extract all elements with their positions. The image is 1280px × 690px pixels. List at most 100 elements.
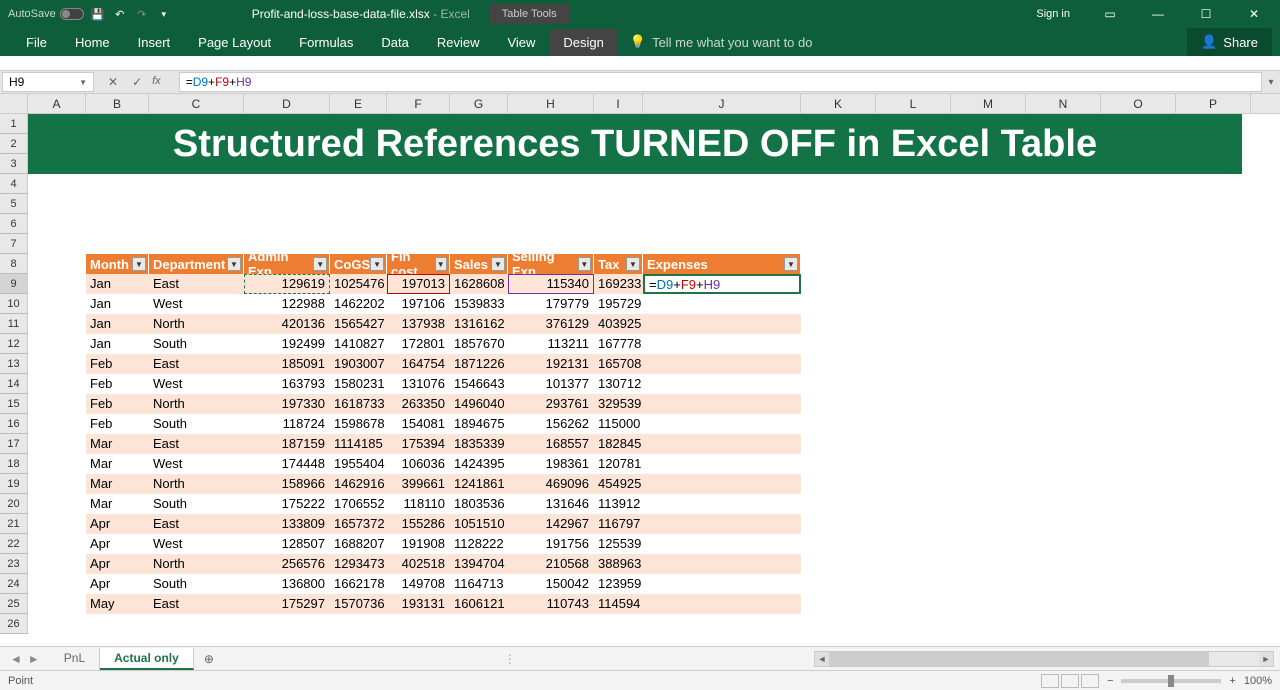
undo-icon[interactable]: ↶ [112,6,128,22]
table-cell[interactable]: 128507 [244,534,330,554]
table-cell[interactable]: West [149,454,244,474]
table-cell[interactable] [643,354,801,374]
table-cell[interactable]: 150042 [508,574,594,594]
table-cell[interactable]: 137938 [387,314,450,334]
table-row[interactable]: FebWest163793158023113107615466431013771… [86,374,801,394]
table-cell[interactable]: 179779 [508,294,594,314]
page-break-view-icon[interactable] [1081,674,1099,688]
row-header[interactable]: 25 [0,594,28,614]
col-header[interactable]: N [1026,94,1101,114]
table-cell[interactable] [643,454,801,474]
table-cell[interactable]: 118724 [244,414,330,434]
filter-dropdown-icon[interactable]: ▼ [626,257,640,271]
col-header[interactable]: A [28,94,86,114]
table-cell[interactable]: 1462916 [330,474,387,494]
table-cell[interactable]: 163793 [244,374,330,394]
table-cell[interactable]: 155286 [387,514,450,534]
table-cell[interactable]: 1164713 [450,574,508,594]
sign-in-link[interactable]: Sign in [1036,8,1070,20]
table-cell[interactable]: West [149,294,244,314]
save-icon[interactable]: 💾 [90,6,106,22]
table-cell[interactable]: Mar [86,434,149,454]
table-header-cell[interactable]: Selling Exp▼ [508,254,594,274]
table-row[interactable]: FebNorth19733016187332633501496040293761… [86,394,801,414]
table-cell[interactable]: 197330 [244,394,330,414]
table-cell[interactable]: South [149,494,244,514]
table-cell[interactable]: 1598678 [330,414,387,434]
table-cell[interactable]: 198361 [508,454,594,474]
table-cell[interactable]: 116797 [594,514,643,534]
table-cell[interactable]: South [149,334,244,354]
table-cell[interactable]: 1894675 [450,414,508,434]
ribbon-tab-page-layout[interactable]: Page Layout [184,29,285,56]
table-cell[interactable]: 1410827 [330,334,387,354]
table-cell[interactable]: 376129 [508,314,594,334]
new-sheet-button[interactable]: ⊕ [194,652,224,666]
table-cell[interactable]: 1903007 [330,354,387,374]
col-header[interactable]: K [801,94,876,114]
ribbon-tab-home[interactable]: Home [61,29,124,56]
table-cell[interactable]: East [149,354,244,374]
table-cell[interactable]: 1657372 [330,514,387,534]
table-cell[interactable]: 454925 [594,474,643,494]
row-header[interactable]: 19 [0,474,28,494]
table-cell[interactable]: 197106 [387,294,450,314]
enter-formula-icon[interactable]: ✓ [128,75,146,89]
row-header[interactable]: 15 [0,394,28,414]
row-header[interactable]: 21 [0,514,28,534]
col-header[interactable]: P [1176,94,1251,114]
qat-dropdown-icon[interactable]: ▾ [156,6,172,22]
table-cell[interactable]: 125539 [594,534,643,554]
table-cell[interactable]: 1628608 [450,274,508,294]
row-header[interactable]: 16 [0,414,28,434]
table-row[interactable]: MarWest174448195540410603614243951983611… [86,454,801,474]
table-cell[interactable]: Mar [86,494,149,514]
table-row[interactable]: FebEast185091190300716475418712261921311… [86,354,801,374]
table-cell[interactable] [643,514,801,534]
table-cell[interactable] [643,294,801,314]
table-cell[interactable]: 1871226 [450,354,508,374]
table-cell[interactable]: 1128222 [450,534,508,554]
table-cell[interactable]: 182845 [594,434,643,454]
table-row[interactable]: AprSouth13680016621781497081164713150042… [86,574,801,594]
table-header-cell[interactable]: Sales▼ [450,254,508,274]
column-headers[interactable]: ABCDEFGHIJKLMNOPQ [28,94,1280,114]
table-cell[interactable]: 1570736 [330,594,387,614]
table-cell[interactable]: South [149,574,244,594]
table-cell[interactable]: 191756 [508,534,594,554]
table-cell[interactable]: 1688207 [330,534,387,554]
table-row[interactable]: MarNorth15896614629163996611241861469096… [86,474,801,494]
col-header[interactable]: F [387,94,450,114]
ribbon-tab-formulas[interactable]: Formulas [285,29,367,56]
filter-dropdown-icon[interactable]: ▼ [491,257,505,271]
table-cell[interactable]: 256576 [244,554,330,574]
row-header[interactable]: 3 [0,154,28,174]
table-cell[interactable]: Mar [86,454,149,474]
minimize-icon[interactable]: — [1136,0,1180,28]
table-cell[interactable]: 164754 [387,354,450,374]
table-cell[interactable]: 293761 [508,394,594,414]
sheet-nav-buttons[interactable]: ◄► [0,652,50,666]
table-row[interactable]: MarSouth17522217065521181101803536131646… [86,494,801,514]
sheet-tab[interactable]: Actual only [100,648,194,670]
table-cell[interactable]: 1114185 [330,434,387,454]
table-cell[interactable]: 174448 [244,454,330,474]
filter-dropdown-icon[interactable]: ▼ [784,257,798,271]
col-header[interactable]: L [876,94,951,114]
table-cell[interactable] [643,374,801,394]
col-header[interactable]: Q [1251,94,1280,114]
table-cell[interactable]: 1857670 [450,334,508,354]
table-cell[interactable]: 1565427 [330,314,387,334]
select-all-corner[interactable] [0,94,28,114]
table-cell[interactable]: 149708 [387,574,450,594]
table-cell[interactable]: 123959 [594,574,643,594]
table-cell[interactable] [643,534,801,554]
table-cell[interactable]: 118110 [387,494,450,514]
table-row[interactable]: MayEast175297157073619313116061211107431… [86,594,801,614]
row-header[interactable]: 20 [0,494,28,514]
row-headers[interactable]: 1234567891011121314151617181920212223242… [0,114,28,634]
row-header[interactable]: 4 [0,174,28,194]
table-cell[interactable]: North [149,474,244,494]
table-cell[interactable]: North [149,554,244,574]
table-cell[interactable]: 169233 [594,274,643,294]
